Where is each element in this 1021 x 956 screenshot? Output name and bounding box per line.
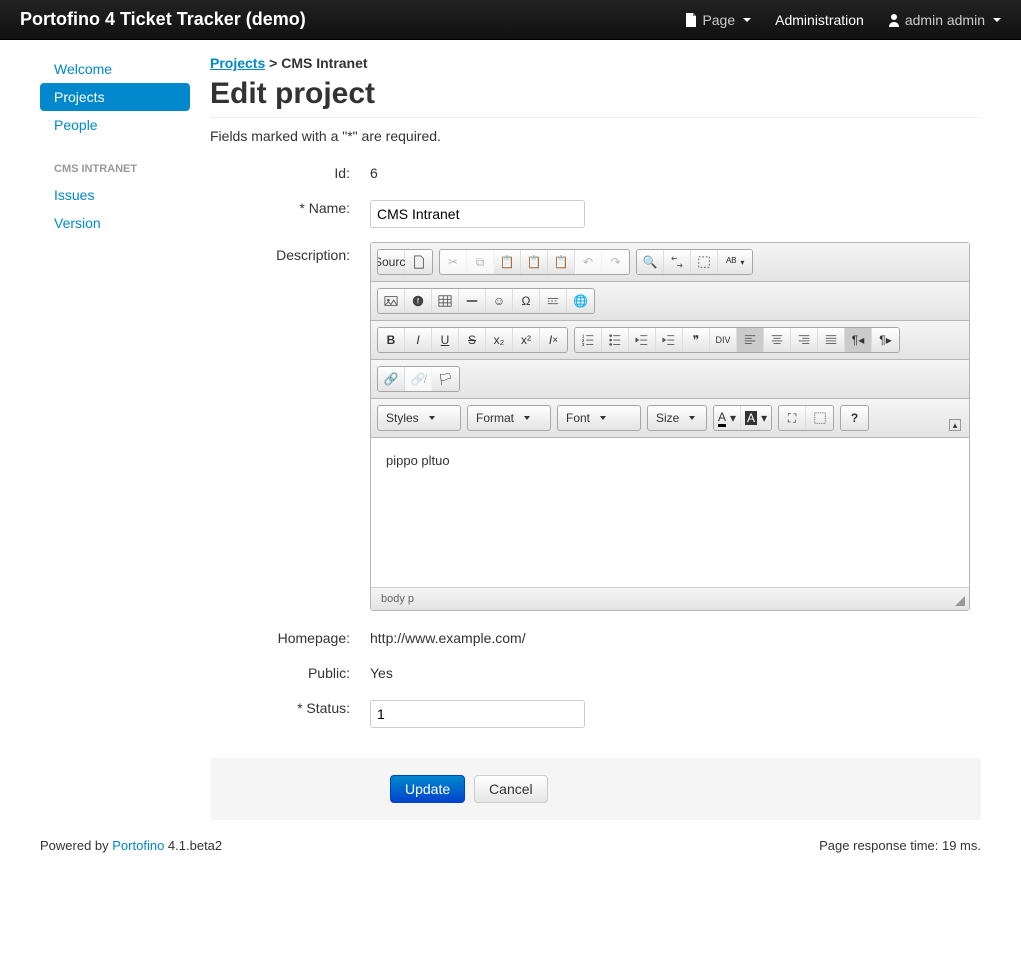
resize-handle-icon[interactable] [955, 596, 965, 606]
maximize-icon[interactable]: ⛶ [779, 406, 806, 430]
alignleft-icon[interactable] [737, 328, 764, 352]
label-id: Id: [210, 160, 370, 181]
spellcheck-icon[interactable]: ᴬᴮ▾ [718, 250, 752, 274]
alignright-icon[interactable] [791, 328, 818, 352]
size-combo[interactable]: Size [647, 405, 707, 431]
smiley-icon[interactable]: ☺ [486, 289, 513, 313]
nav-page-dropdown[interactable]: Page [685, 12, 751, 28]
label-status: * Status: [210, 695, 370, 716]
image-icon[interactable] [378, 289, 405, 313]
sidebar-section-header: CMS INTRANET [40, 157, 190, 181]
rtl-icon[interactable]: ¶▸ [872, 328, 899, 352]
div-icon[interactable]: DIV [710, 328, 737, 352]
flash-icon[interactable]: f [405, 289, 432, 313]
response-time: Page response time: 19 ms. [819, 838, 981, 853]
find-icon[interactable]: 🔍 [637, 250, 664, 274]
specialchar-icon[interactable]: Ω [513, 289, 540, 313]
form-actions: Update Cancel [210, 758, 981, 820]
breadcrumb-root[interactable]: Projects [210, 55, 265, 71]
caret-icon [743, 18, 751, 22]
hr-icon[interactable] [459, 289, 486, 313]
link-icon[interactable]: 🔗 [378, 367, 405, 391]
caret-icon [993, 18, 1001, 22]
sidebar: Welcome Projects People CMS INTRANET Iss… [40, 55, 190, 820]
page-title: Edit project [210, 77, 981, 118]
underline-icon[interactable]: U [432, 328, 459, 352]
label-name: * Name: [210, 195, 370, 216]
source-button[interactable]: Source [378, 250, 405, 274]
bold-icon[interactable]: B [378, 328, 405, 352]
user-icon [888, 13, 900, 27]
paste-icon[interactable]: 📋 [494, 250, 521, 274]
svg-text:3: 3 [582, 342, 585, 347]
main-content: Projects > CMS Intranet Edit project Fie… [210, 55, 981, 820]
rich-text-editor: Source ✂ ⧉ 📋 📋 📋 ↶ ↷ [370, 242, 970, 611]
sidebar-item-people[interactable]: People [40, 111, 190, 139]
update-button[interactable]: Update [390, 775, 465, 803]
numberlist-icon[interactable]: 123 [575, 328, 602, 352]
unlink-icon[interactable]: 🔗̸ [405, 367, 432, 391]
cancel-button[interactable]: Cancel [474, 775, 548, 803]
iframe-icon[interactable]: 🌐 [567, 289, 594, 313]
nav-admin-link[interactable]: Administration [775, 12, 864, 28]
cut-icon[interactable]: ✂ [440, 250, 467, 274]
name-input[interactable] [370, 200, 585, 228]
svg-text:f: f [417, 299, 419, 306]
removeformat-icon[interactable]: I× [540, 328, 567, 352]
bgcolor-icon[interactable]: A▾ [741, 406, 771, 430]
toolbar-collapse-icon[interactable]: ▴ [949, 419, 961, 431]
indent-icon[interactable] [656, 328, 683, 352]
strike-icon[interactable]: S [459, 328, 486, 352]
table-icon[interactable] [432, 289, 459, 313]
editor-elements-path[interactable]: body p [381, 593, 414, 605]
portofino-link[interactable]: Portofino [112, 838, 164, 853]
nav-user-dropdown[interactable]: admin admin [888, 12, 1001, 28]
editor-content[interactable]: pippo pltuo [371, 438, 969, 588]
outdent-icon[interactable] [629, 328, 656, 352]
value-id: 6 [370, 160, 981, 181]
alignjustify-icon[interactable] [818, 328, 845, 352]
subscript-icon[interactable]: x₂ [486, 328, 513, 352]
replace-icon[interactable] [664, 250, 691, 274]
navbar: Portofino 4 Ticket Tracker (demo) Page A… [0, 0, 1021, 40]
status-input[interactable] [370, 700, 585, 728]
blockquote-icon[interactable]: ❞ [683, 328, 710, 352]
anchor-icon[interactable]: 🏳 [432, 367, 459, 391]
selectall-icon[interactable] [691, 250, 718, 274]
undo-icon[interactable]: ↶ [575, 250, 602, 274]
label-public: Public: [210, 660, 370, 681]
paste-word-icon[interactable]: 📋 [548, 250, 575, 274]
ltr-icon[interactable]: ¶◂ [845, 328, 872, 352]
label-description: Description: [210, 242, 370, 263]
sidebar-item-projects[interactable]: Projects [40, 83, 190, 111]
copy-icon[interactable]: ⧉ [467, 250, 494, 274]
textcolor-icon[interactable]: A▾ [714, 406, 741, 430]
aligncenter-icon[interactable] [764, 328, 791, 352]
required-note: Fields marked with a "*" are required. [210, 128, 981, 144]
sidebar-item-version[interactable]: Version [40, 209, 190, 237]
sidebar-item-welcome[interactable]: Welcome [40, 55, 190, 83]
paste-text-icon[interactable]: 📋 [521, 250, 548, 274]
styles-combo[interactable]: Styles [377, 405, 461, 431]
bulletlist-icon[interactable] [602, 328, 629, 352]
superscript-icon[interactable]: x² [513, 328, 540, 352]
redo-icon[interactable]: ↷ [602, 250, 629, 274]
breadcrumb: Projects > CMS Intranet [210, 55, 981, 71]
format-combo[interactable]: Format [467, 405, 551, 431]
newpage-icon[interactable] [405, 250, 432, 274]
editor-status-bar: body p [371, 588, 969, 610]
footer: Powered by Portofino 4.1.beta2 Page resp… [0, 820, 1021, 871]
value-homepage: http://www.example.com/ [370, 625, 981, 646]
showblocks-icon[interactable] [806, 406, 833, 430]
about-icon[interactable]: ? [841, 406, 868, 430]
breadcrumb-current: CMS Intranet [281, 55, 367, 71]
page-icon [685, 13, 697, 27]
brand: Portofino 4 Ticket Tracker (demo) [20, 9, 306, 30]
value-public: Yes [370, 660, 981, 681]
font-combo[interactable]: Font [557, 405, 641, 431]
pagebreak-icon[interactable] [540, 289, 567, 313]
sidebar-item-issues[interactable]: Issues [40, 181, 190, 209]
italic-icon[interactable]: I [405, 328, 432, 352]
label-homepage: Homepage: [210, 625, 370, 646]
